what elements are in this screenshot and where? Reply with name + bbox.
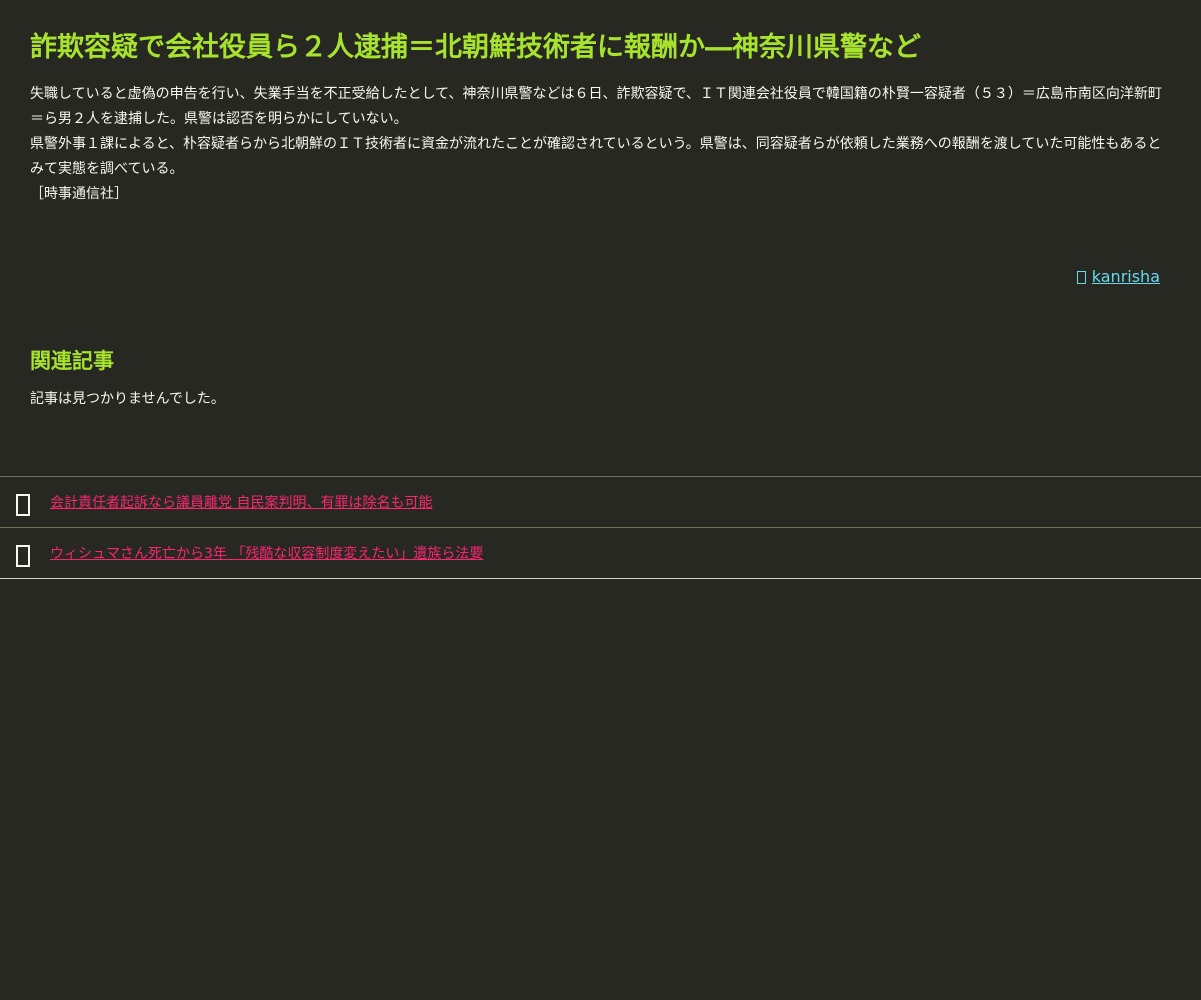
person-icon <box>1076 271 1086 284</box>
article-paragraph: 失職していると虚偽の申告を行い、失業手当を不正受給したとして、神奈川県警などは６… <box>30 86 1162 127</box>
article: 詐欺容疑で会社役員ら２人逮捕＝北朝鮮技術者に報酬か―神奈川県警など 失職している… <box>0 0 1201 409</box>
news-item: ウィシュマさん死亡から3年 「残酷な収容制度変えたい」遺族ら法要 <box>0 528 1201 579</box>
page: 詐欺容疑で会社役員ら２人逮捕＝北朝鮮技術者に報酬か―神奈川県警など 失職している… <box>0 0 1201 1000</box>
news-link[interactable]: ウィシュマさん死亡から3年 「残酷な収容制度変えたい」遺族ら法要 <box>50 543 483 563</box>
news-link[interactable]: 会計責任者起訴なら議員離党 自民案判明、有罪は除名も可能 <box>50 492 432 512</box>
article-source: ［時事通信社］ <box>30 186 128 202</box>
news-list: 会計責任者起訴なら議員離党 自民案判明、有罪は除名も可能 ウィシュマさん死亡から… <box>0 476 1201 579</box>
related-heading: 関連記事 <box>30 349 114 373</box>
author-row: kanrisha <box>30 267 1171 286</box>
article-title: 詐欺容疑で会社役員ら２人逮捕＝北朝鮮技術者に報酬か―神奈川県警など <box>30 32 921 63</box>
article-body: 失職していると虚偽の申告を行い、失業手当を不正受給したとして、神奈川県警などは６… <box>30 82 1175 207</box>
document-icon <box>16 544 30 567</box>
article-paragraph: 県警外事１課によると、朴容疑者らから北朝鮮のＩＴ技術者に資金が流れたことが確認さ… <box>30 136 1162 177</box>
author-link[interactable]: kanrisha <box>1092 267 1160 286</box>
news-item: 会計責任者起訴なら議員離党 自民案判明、有罪は除名も可能 <box>0 477 1201 528</box>
related-empty-message: 記事は見つかりませんでした。 <box>30 391 225 407</box>
document-icon <box>16 493 30 516</box>
